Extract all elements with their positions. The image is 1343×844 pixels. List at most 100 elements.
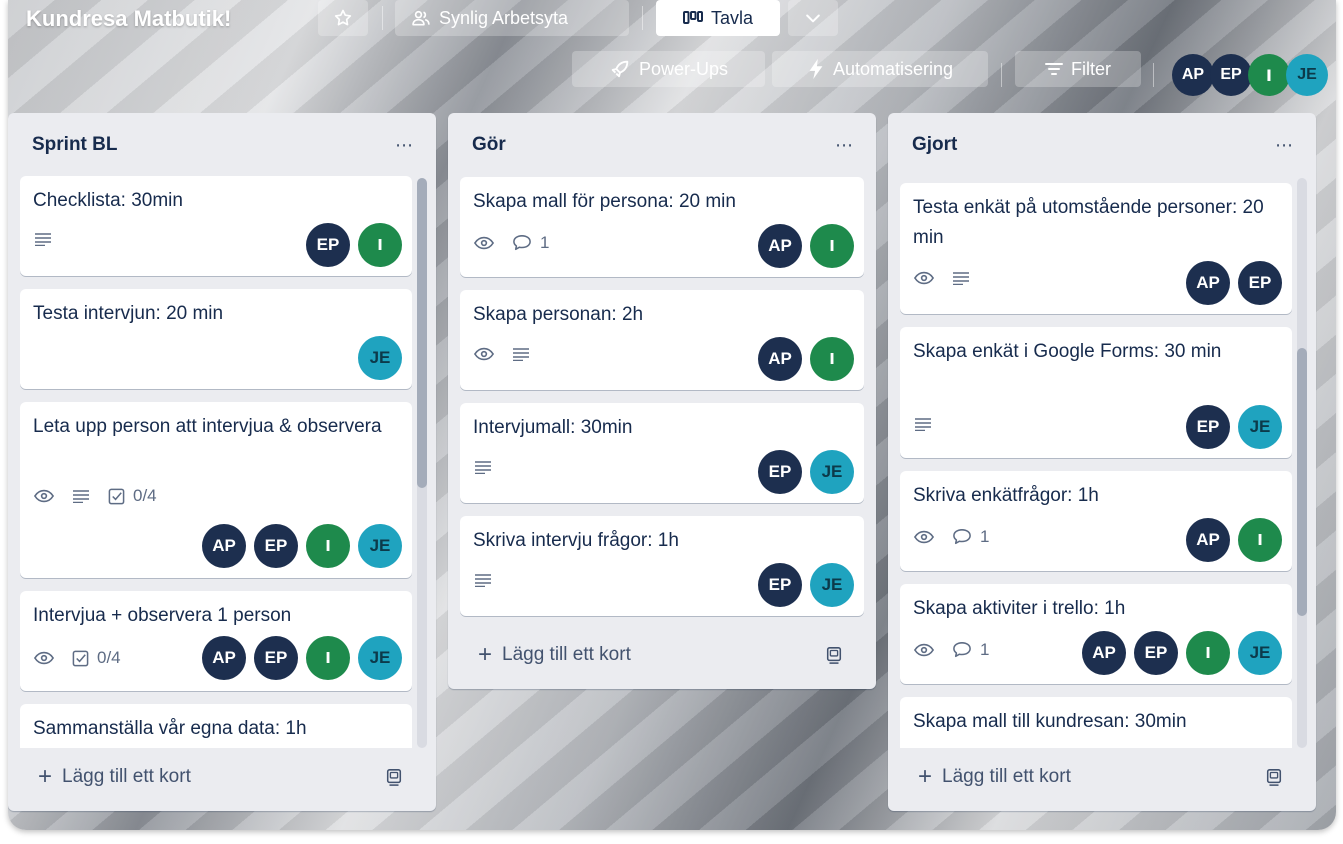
- card-list: Testa enkät på utomstående personer: 20 …: [900, 183, 1292, 748]
- member-avatar[interactable]: AP: [1172, 54, 1214, 96]
- card[interactable]: Skapa mall till kundresan: 30min: [900, 697, 1292, 748]
- power-ups-button[interactable]: Power-Ups: [572, 51, 765, 87]
- member-avatar[interactable]: JE: [810, 563, 854, 607]
- watch-badge: [34, 489, 54, 503]
- card[interactable]: Checklista: 30min EP I: [20, 176, 412, 276]
- list-title[interactable]: Sprint BL: [32, 134, 118, 156]
- list-scrollbar[interactable]: [1297, 178, 1307, 748]
- member-avatar[interactable]: EP: [1186, 405, 1230, 449]
- card-members: JE: [358, 336, 402, 380]
- list-menu-button[interactable]: ⋯: [1275, 135, 1294, 156]
- card[interactable]: Intervjumall: 30min EP JE: [460, 403, 864, 503]
- member-avatar[interactable]: I: [810, 337, 854, 381]
- checklist-badge: 0/4: [108, 486, 157, 506]
- member-avatar[interactable]: EP: [1210, 54, 1252, 96]
- list-menu-button[interactable]: ⋯: [395, 135, 414, 156]
- plus-icon: +: [918, 763, 933, 790]
- board-members[interactable]: AP EP I JE: [1172, 54, 1328, 96]
- star-button[interactable]: [318, 0, 368, 36]
- member-avatar[interactable]: EP: [306, 223, 350, 267]
- description-icon: [34, 232, 52, 246]
- watch-icon: [474, 236, 494, 250]
- card[interactable]: Skriva enkätfrågor: 1h 1 AP I: [900, 471, 1292, 571]
- plus-icon: +: [38, 763, 53, 790]
- member-avatar[interactable]: I: [810, 224, 854, 268]
- views-dropdown-button[interactable]: [788, 0, 838, 36]
- card[interactable]: Skapa aktiviter i trello: 1h 1 AP EP I JE: [900, 584, 1292, 684]
- member-avatar[interactable]: I: [306, 636, 350, 680]
- member-avatar[interactable]: I: [1248, 54, 1290, 96]
- automation-button[interactable]: Automatisering: [772, 51, 988, 87]
- card[interactable]: Testa enkät på utomstående personer: 20 …: [900, 183, 1292, 314]
- people-icon: [411, 8, 431, 28]
- member-avatar[interactable]: JE: [1286, 54, 1328, 96]
- comment-icon: [952, 641, 972, 659]
- member-avatar[interactable]: JE: [1238, 405, 1282, 449]
- member-avatar[interactable]: AP: [1186, 518, 1230, 562]
- scrollbar-thumb[interactable]: [417, 178, 427, 488]
- member-avatar[interactable]: AP: [1186, 261, 1230, 305]
- watch-icon: [914, 530, 934, 544]
- card[interactable]: Skapa personan: 2h AP I: [460, 290, 864, 390]
- member-avatar[interactable]: I: [358, 223, 402, 267]
- comment-badge: 1: [512, 233, 549, 253]
- add-card-button[interactable]: + Lägg till ett kort: [918, 763, 1071, 790]
- checklist-count: 0/4: [97, 648, 121, 667]
- watch-badge: [914, 643, 934, 657]
- card-members: AP I: [758, 224, 854, 268]
- member-avatar[interactable]: EP: [254, 524, 298, 568]
- watch-icon: [914, 643, 934, 657]
- member-avatar[interactable]: AP: [202, 636, 246, 680]
- list-title[interactable]: Gjort: [912, 134, 957, 156]
- member-avatar[interactable]: JE: [810, 450, 854, 494]
- scrollbar-thumb[interactable]: [1297, 348, 1307, 616]
- description-icon: [474, 573, 492, 587]
- filter-button[interactable]: Filter: [1015, 51, 1141, 87]
- card[interactable]: Testa intervjun: 20 min JE: [20, 289, 412, 389]
- view-board-button[interactable]: Tavla: [656, 0, 780, 36]
- card[interactable]: Skapa mall för persona: 20 min 1 AP I: [460, 177, 864, 277]
- member-avatar[interactable]: AP: [758, 224, 802, 268]
- card[interactable]: Sammanställa vår egna data: 1h: [20, 704, 412, 748]
- list-scrollbar[interactable]: [417, 178, 427, 748]
- card-title: Skapa mall för persona: 20 min: [473, 191, 736, 212]
- card[interactable]: Leta upp person att intervjua & observer…: [20, 402, 412, 578]
- create-from-template-icon[interactable]: [1265, 768, 1283, 791]
- board-title[interactable]: Kundresa Matbutik!: [26, 6, 231, 32]
- card[interactable]: Skapa enkät i Google Forms: 30 min EP JE: [900, 327, 1292, 458]
- card[interactable]: Skriva intervju frågor: 1h EP JE: [460, 516, 864, 616]
- list-title[interactable]: Gör: [472, 134, 506, 156]
- description-badge: [474, 460, 492, 474]
- description-badge: [72, 489, 90, 503]
- member-avatar[interactable]: EP: [758, 563, 802, 607]
- comment-count: 1: [540, 233, 550, 252]
- member-avatar[interactable]: JE: [358, 636, 402, 680]
- member-avatar[interactable]: JE: [358, 524, 402, 568]
- member-avatar[interactable]: AP: [202, 524, 246, 568]
- list-menu-button[interactable]: ⋯: [835, 135, 854, 156]
- more-icon: ⋯: [1275, 135, 1294, 155]
- card[interactable]: Intervjua + observera 1 person 0/4 AP EP I JE: [20, 591, 412, 691]
- member-avatar[interactable]: JE: [358, 336, 402, 380]
- member-avatar[interactable]: JE: [1238, 631, 1282, 675]
- card-title: Skapa aktiviter i trello: 1h: [913, 598, 1126, 619]
- member-avatar[interactable]: I: [1186, 631, 1230, 675]
- view-label: Tavla: [710, 7, 754, 28]
- member-avatar[interactable]: AP: [1082, 631, 1126, 675]
- add-card-button[interactable]: + Lägg till ett kort: [478, 643, 631, 667]
- member-avatar[interactable]: I: [306, 524, 350, 568]
- more-icon: ⋯: [835, 135, 854, 155]
- checklist-icon: [108, 488, 125, 505]
- member-avatar[interactable]: EP: [1134, 631, 1178, 675]
- member-avatar[interactable]: EP: [1238, 261, 1282, 305]
- create-from-template-icon[interactable]: [385, 768, 403, 791]
- add-card-button[interactable]: + Lägg till ett kort: [38, 763, 191, 790]
- create-from-template-icon[interactable]: [825, 646, 843, 669]
- member-avatar[interactable]: EP: [758, 450, 802, 494]
- visibility-button[interactable]: Synlig Arbetsyta: [395, 0, 629, 36]
- member-avatar[interactable]: AP: [758, 337, 802, 381]
- add-card-label: Lägg till ett kort: [502, 644, 631, 665]
- member-avatar[interactable]: I: [1238, 518, 1282, 562]
- card-members: AP EP I JE: [1082, 631, 1282, 675]
- member-avatar[interactable]: EP: [254, 636, 298, 680]
